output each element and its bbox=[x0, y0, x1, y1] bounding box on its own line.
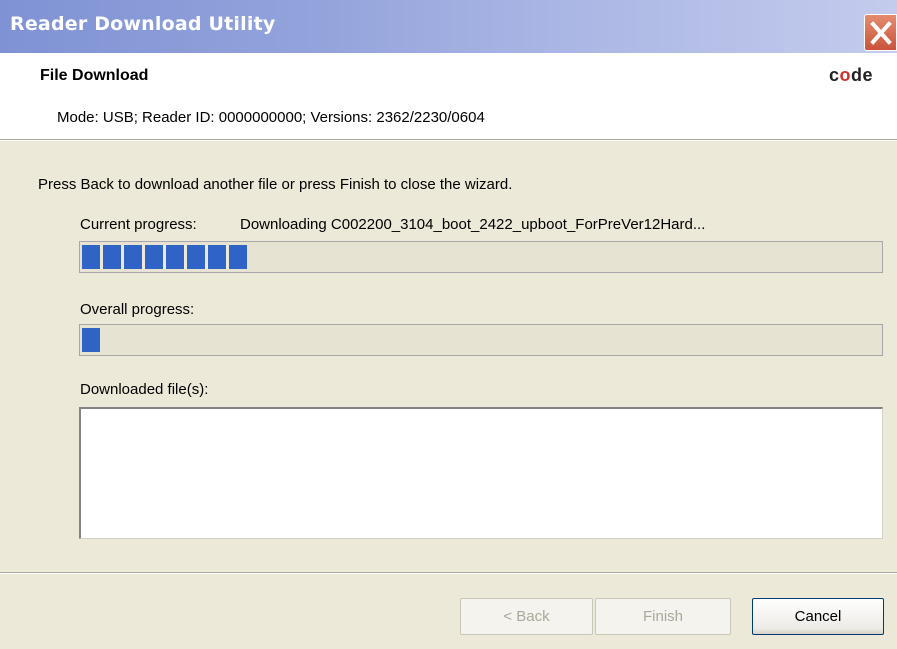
wizard-header: File Download code Mode: USB; Reader ID:… bbox=[0, 53, 897, 139]
title-bar: Reader Download Utility bbox=[0, 0, 897, 53]
cancel-button[interactable]: Cancel bbox=[752, 598, 884, 635]
current-progress-fill bbox=[82, 245, 247, 269]
brand-logo: code bbox=[829, 65, 874, 85]
overall-progress-label: Overall progress: bbox=[80, 301, 195, 318]
current-file-status: Downloading C002200_3104_boot_2422_upboo… bbox=[240, 216, 706, 233]
header-divider bbox=[0, 139, 897, 141]
page-title: File Download bbox=[40, 67, 149, 84]
footer-divider bbox=[0, 572, 897, 574]
device-info: Mode: USB; Reader ID: 0000000000; Versio… bbox=[57, 109, 485, 126]
downloaded-files-list[interactable] bbox=[79, 407, 883, 539]
current-progress-bar bbox=[79, 241, 883, 273]
close-button[interactable] bbox=[864, 14, 897, 51]
current-progress-label: Current progress: bbox=[80, 216, 197, 233]
close-icon bbox=[870, 21, 892, 45]
overall-progress-fill bbox=[82, 328, 100, 352]
finish-button[interactable]: Finish bbox=[595, 598, 731, 635]
window-title: Reader Download Utility bbox=[10, 13, 276, 35]
instruction-text: Press Back to download another file or p… bbox=[38, 176, 513, 193]
overall-progress-bar bbox=[79, 324, 883, 356]
back-button[interactable]: < Back bbox=[460, 598, 593, 635]
downloaded-files-label: Downloaded file(s): bbox=[80, 381, 209, 398]
